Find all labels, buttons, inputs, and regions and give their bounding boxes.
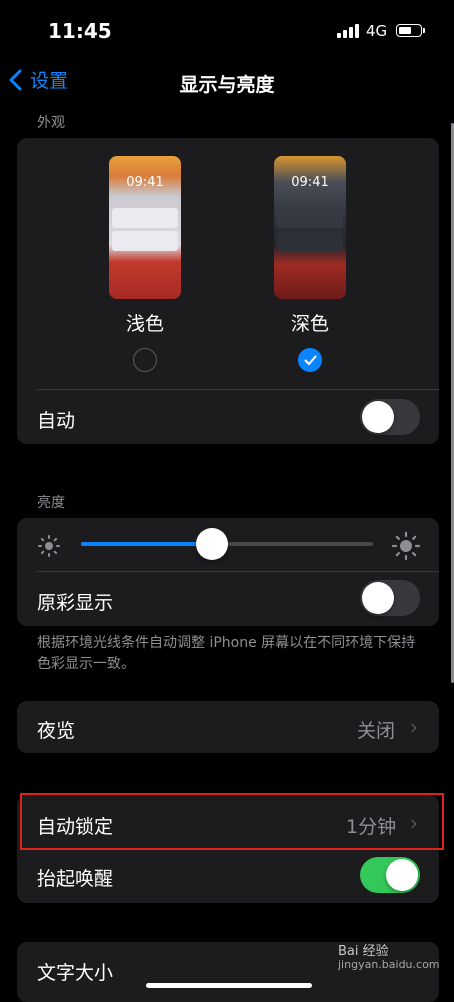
light-mode-radio[interactable] <box>133 348 157 372</box>
signal-bars-icon <box>337 24 359 38</box>
true-tone-toggle[interactable] <box>360 580 420 616</box>
brightness-slider-thumb[interactable] <box>196 528 229 560</box>
toggle-knob <box>362 582 394 614</box>
divider <box>37 389 439 390</box>
auto-lock-highlight-box <box>20 793 444 850</box>
toggle-knob <box>362 401 394 433</box>
dark-mode-preview: 09:41 <box>274 156 346 299</box>
auto-appearance-label: 自动 <box>37 410 76 432</box>
text-size-label: 文字大小 <box>37 962 114 984</box>
sun-small-icon <box>38 535 60 557</box>
true-tone-footer: 根据环境光线条件自动调整 iPhone 屏幕以在不同环境下保持色彩显示一致。 <box>37 635 416 672</box>
raise-to-wake-toggle[interactable] <box>360 857 420 893</box>
light-preview-notification <box>112 231 178 251</box>
sun-large-icon <box>391 531 421 561</box>
appearance-card: 09:41 浅色 09:41 深色 自动 <box>17 138 439 444</box>
night-shift-row[interactable]: 夜览 关闭 › <box>17 701 439 753</box>
dark-mode-option[interactable]: 09:41 深色 <box>274 156 346 372</box>
night-shift-value: 关闭 <box>357 720 396 742</box>
brightness-section-label: 亮度 <box>37 495 65 511</box>
checkmark-icon <box>304 355 316 365</box>
light-mode-label: 浅色 <box>125 313 164 335</box>
auto-appearance-toggle[interactable] <box>360 399 420 435</box>
dark-preview-time: 09:41 <box>291 175 329 190</box>
raise-to-wake-label: 抬起唤醒 <box>37 868 114 890</box>
dark-preview-notification <box>277 208 343 228</box>
toggle-knob <box>386 859 418 891</box>
watermark-logo: Bai 经验 <box>338 944 389 959</box>
page-title: 显示与亮度 <box>179 74 275 96</box>
night-shift-label: 夜览 <box>37 720 76 742</box>
true-tone-label: 原彩显示 <box>37 592 114 614</box>
watermark-url: jingyan.baidu.com <box>338 958 440 971</box>
light-preview-notification <box>112 208 178 228</box>
chevron-right-icon: › <box>410 715 418 739</box>
dark-mode-label: 深色 <box>290 313 329 335</box>
home-indicator[interactable] <box>146 983 312 988</box>
network-type: 4G <box>366 22 388 40</box>
brightness-slider[interactable] <box>81 528 373 560</box>
dark-mode-radio[interactable] <box>298 348 322 372</box>
brightness-card: 原彩显示 <box>17 518 439 626</box>
dark-preview-notification <box>277 231 343 251</box>
divider <box>37 571 439 572</box>
brightness-slider-fill <box>81 542 213 546</box>
light-preview-time: 09:41 <box>126 175 164 190</box>
light-mode-option[interactable]: 09:41 浅色 <box>109 156 181 372</box>
appearance-section-label: 外观 <box>37 115 65 131</box>
battery-icon <box>396 24 425 37</box>
status-time: 11:45 <box>48 19 112 43</box>
light-mode-preview: 09:41 <box>109 156 181 299</box>
